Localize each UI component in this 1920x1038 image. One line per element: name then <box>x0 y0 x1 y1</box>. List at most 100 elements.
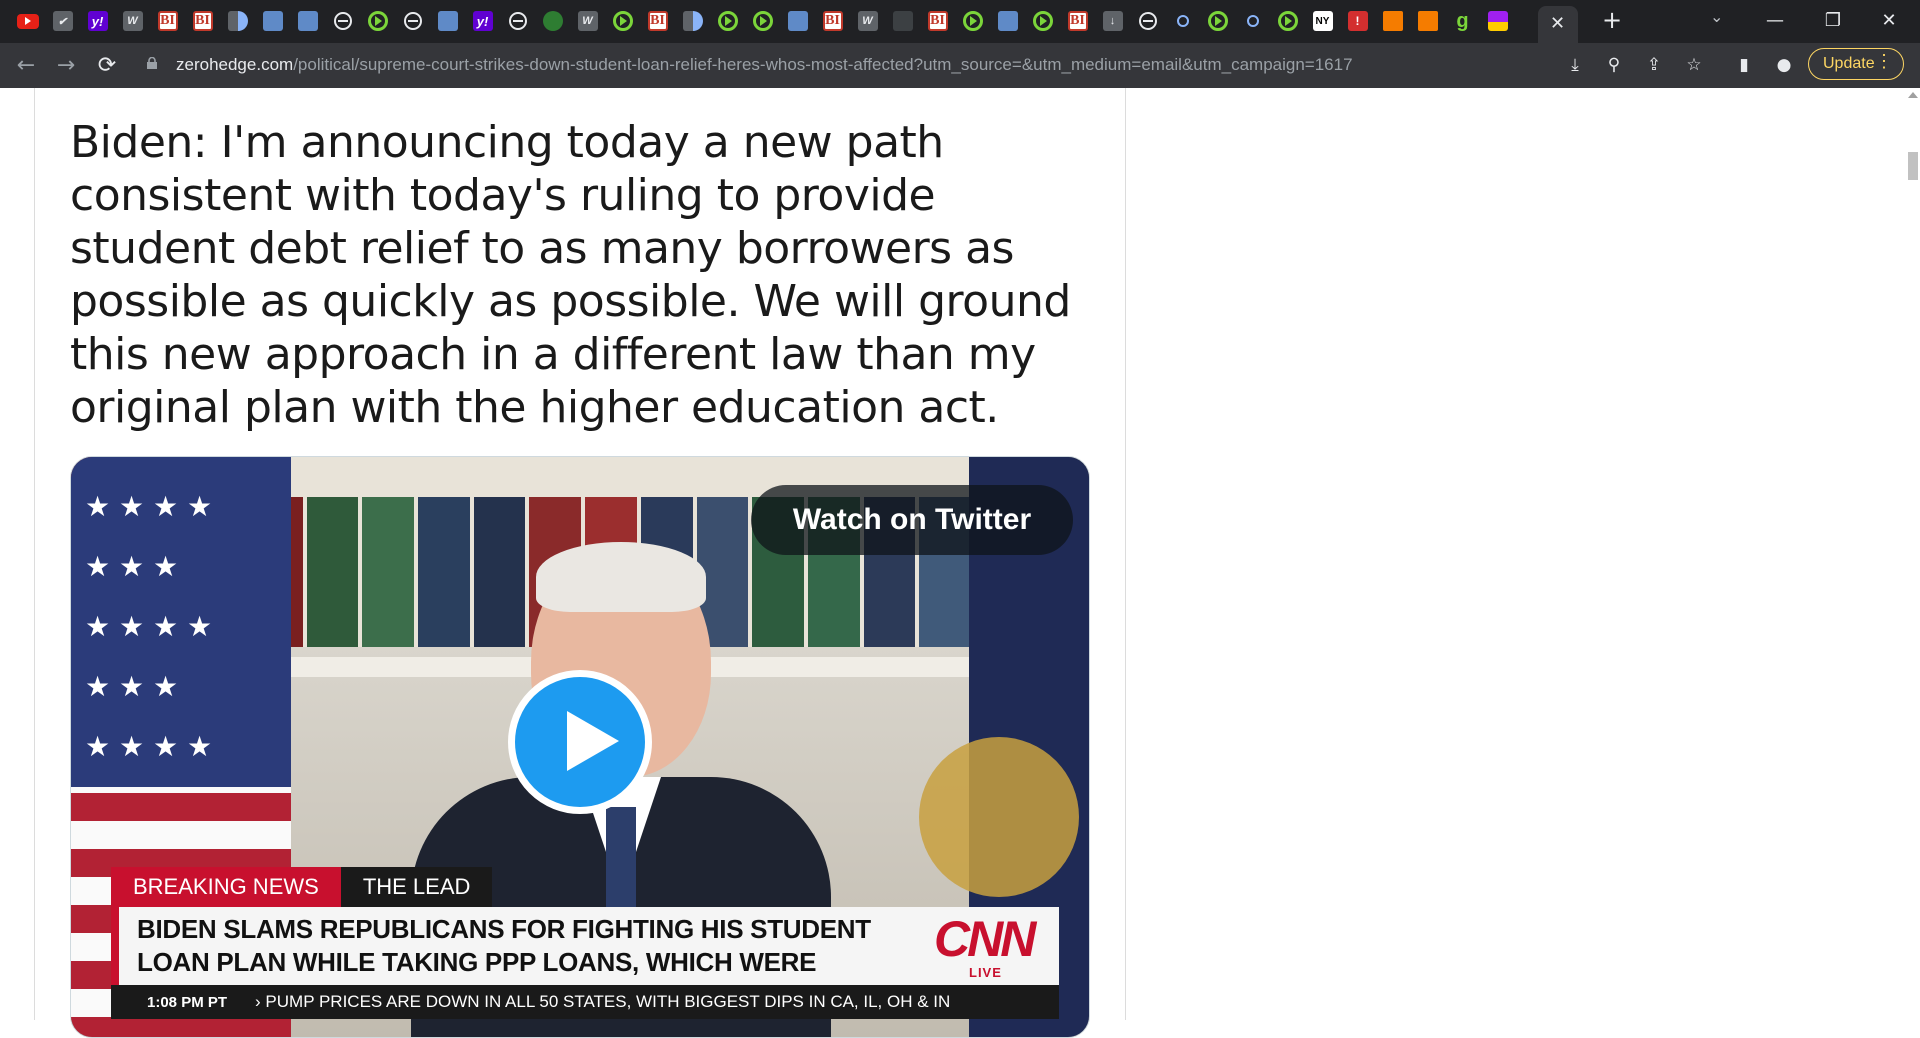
yahoo-icon: y! <box>87 11 108 31</box>
grid-tile-icon <box>297 11 318 31</box>
pinned-tab[interactable]: W <box>570 6 605 36</box>
pinned-tab[interactable] <box>1270 6 1305 36</box>
pinned-tab[interactable] <box>220 6 255 36</box>
active-tab[interactable]: ✕ <box>1538 6 1578 43</box>
play-button[interactable] <box>508 670 652 814</box>
watch-on-twitter-button[interactable]: Watch on Twitter <box>751 485 1073 555</box>
pinned-tab[interactable]: ! <box>1340 6 1375 36</box>
pinned-tab[interactable]: ↓ <box>1095 6 1130 36</box>
content-border-right <box>1125 88 1126 1020</box>
lock-icon[interactable] <box>146 57 158 69</box>
maximize-button[interactable]: ❐ <box>1806 0 1860 40</box>
close-window-button[interactable]: ✕ <box>1862 0 1916 40</box>
breaking-news-label: BREAKING NEWS <box>111 867 341 907</box>
ticker-text: › PUMP PRICES ARE DOWN IN ALL 50 STATES,… <box>255 992 951 1011</box>
pinned-tab[interactable]: BI <box>150 6 185 36</box>
pinned-tab[interactable] <box>605 6 640 36</box>
address-bar[interactable]: zerohedge.com/political/supreme-court-st… <box>140 48 1570 82</box>
wall-street-icon: W <box>122 11 143 31</box>
forward-button[interactable]: → <box>52 51 80 79</box>
pinned-tab[interactable] <box>500 6 535 36</box>
live-label: LIVE <box>969 965 1002 980</box>
profile-icon[interactable]: ● <box>1773 54 1795 76</box>
pinned-tab[interactable] <box>255 6 290 36</box>
close-tab-icon[interactable]: ✕ <box>1550 13 1565 34</box>
pinned-tab[interactable] <box>360 6 395 36</box>
pinned-tab[interactable] <box>710 6 745 36</box>
content-border-left <box>34 88 35 1020</box>
tab-search-button[interactable]: ⌄ <box>1710 7 1723 26</box>
pinned-tab[interactable] <box>325 6 360 36</box>
tab-list: ✔ y! W BI BI y! W BI BI W BI BI ↓ NY! g <box>10 6 1515 36</box>
side-panel-icon[interactable]: ▮ <box>1733 54 1755 76</box>
url-domain: zerohedge.com <box>176 55 294 74</box>
pinned-tab[interactable] <box>1480 6 1515 36</box>
pinned-tab[interactable] <box>675 6 710 36</box>
pinned-tab[interactable]: BI <box>815 6 850 36</box>
page-scrollbar[interactable] <box>1905 88 1920 1020</box>
install-icon[interactable]: ⤓ <box>1564 54 1586 76</box>
pinned-tab[interactable] <box>1410 6 1445 36</box>
pinned-tab[interactable]: BI <box>640 6 675 36</box>
search-tab-icon <box>1246 15 1259 27</box>
pinned-tab[interactable] <box>10 6 45 36</box>
scroll-up-arrow[interactable] <box>1908 92 1918 98</box>
tweet-text: Biden: I'm announcing today a new path c… <box>70 117 1071 433</box>
pinned-tab[interactable] <box>290 6 325 36</box>
pinned-tab[interactable]: ✔ <box>45 6 80 36</box>
update-button[interactable]: Update ⋮ <box>1808 48 1904 80</box>
embedded-video[interactable]: Watch on Twitter BREAKING NEWS THE LEAD … <box>70 456 1090 1038</box>
back-button[interactable]: ← <box>12 51 40 79</box>
pinned-tab[interactable] <box>885 6 920 36</box>
rumble-play-icon <box>717 11 738 31</box>
pinned-tab[interactable]: W <box>115 6 150 36</box>
pinned-tab[interactable]: NY <box>1305 6 1340 36</box>
pinned-tab[interactable]: y! <box>80 6 115 36</box>
pinned-tab[interactable] <box>1130 6 1165 36</box>
pinned-tab[interactable] <box>780 6 815 36</box>
wall-street-icon: W <box>857 11 878 31</box>
yahoo-icon: y! <box>472 11 493 31</box>
pinned-tab[interactable]: y! <box>465 6 500 36</box>
rumble-play-icon <box>1032 11 1053 31</box>
scrollbar-thumb[interactable] <box>1908 152 1918 180</box>
pinned-tab[interactable] <box>1375 6 1410 36</box>
news-ticker: 1:08 PM PT › PUMP PRICES ARE DOWN IN ALL… <box>111 985 1059 1019</box>
pinned-tab[interactable]: BI <box>920 6 955 36</box>
minimize-button[interactable]: — <box>1748 0 1802 40</box>
pinned-tab[interactable]: g <box>1445 6 1480 36</box>
menu-icon[interactable]: ⋮ <box>1875 51 1893 72</box>
flag-tab-icon <box>1487 11 1508 31</box>
pinned-tab[interactable]: W <box>850 6 885 36</box>
zoom-icon[interactable]: ⚲ <box>1603 54 1625 76</box>
business-insider-icon: BI <box>157 11 178 31</box>
reload-button[interactable]: ⟳ <box>93 51 121 79</box>
bookmark-star-icon[interactable]: ☆ <box>1683 54 1705 76</box>
pinned-tab[interactable] <box>955 6 990 36</box>
url-text[interactable]: zerohedge.com/political/supreme-court-st… <box>176 55 1353 75</box>
pinned-tab[interactable] <box>395 6 430 36</box>
globe-icon <box>403 12 422 30</box>
pinned-tab[interactable] <box>745 6 780 36</box>
news-tab-icon: NY <box>1312 11 1333 31</box>
bookmark-orange-icon <box>1382 11 1403 31</box>
pinned-tab[interactable] <box>1235 6 1270 36</box>
share-icon[interactable]: ⇪ <box>1643 54 1665 76</box>
pinned-tab[interactable] <box>535 6 570 36</box>
pinned-tab[interactable] <box>990 6 1025 36</box>
globe-icon <box>333 12 352 30</box>
business-insider-icon: BI <box>1067 11 1088 31</box>
pinned-tab[interactable] <box>1025 6 1060 36</box>
new-tab-button[interactable]: + <box>1602 6 1622 34</box>
arrow-tab-icon <box>997 11 1018 31</box>
pinned-tab[interactable] <box>1165 6 1200 36</box>
url-path: /political/supreme-court-strikes-down-st… <box>293 55 1353 74</box>
video-seal <box>919 737 1079 897</box>
pinned-tab[interactable] <box>1200 6 1235 36</box>
financial-times-icon <box>542 11 563 31</box>
pinned-tab[interactable]: BI <box>185 6 220 36</box>
page-content: Biden: I'm announcing today a new path c… <box>0 88 1905 1038</box>
rumble-play-icon <box>1207 11 1228 31</box>
pinned-tab[interactable]: BI <box>1060 6 1095 36</box>
pinned-tab[interactable] <box>430 6 465 36</box>
